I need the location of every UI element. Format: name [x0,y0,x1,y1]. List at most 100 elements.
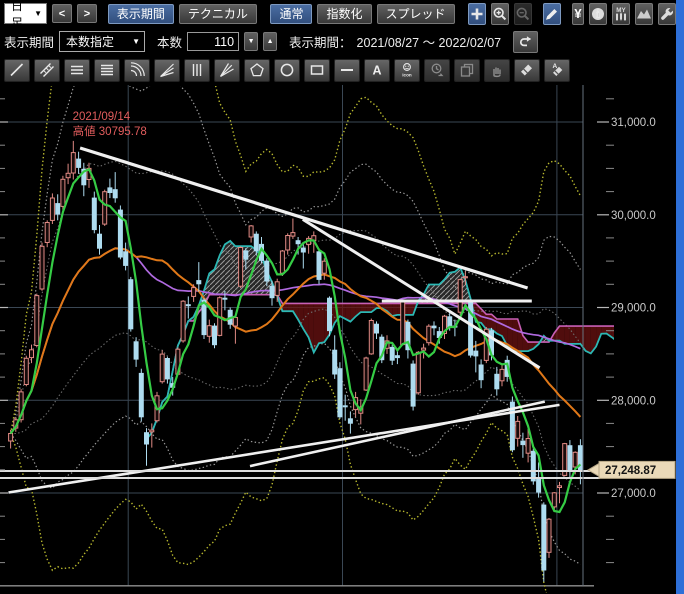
candle-body [500,369,504,380]
candle-body [395,356,399,358]
svg-text:A: A [553,63,558,70]
technical-button[interactable]: テクニカル [179,4,257,24]
candle-body [526,439,530,454]
tool-text[interactable]: A [364,59,390,82]
tool-ellipse[interactable] [274,59,300,82]
spread-button[interactable]: スプレッド [377,4,455,24]
candle-body [186,305,190,306]
tool-move-hand [484,59,510,82]
tool-fibonacci-arcs[interactable] [124,59,150,82]
tool-time-rotate [424,59,450,82]
yen-display-button[interactable]: ¥ [572,3,584,25]
candle-body [364,358,368,390]
candle-body [103,192,107,224]
candle-body [50,198,54,220]
candle-body [223,298,227,299]
tool-ruler[interactable] [34,59,60,82]
candle-body [416,352,420,393]
candle-body [291,233,295,237]
candle-body [40,246,44,289]
candle-body [369,321,373,354]
count-decrement-button[interactable]: ▼ [244,32,258,51]
candle-body [296,241,300,244]
candle-body [265,261,269,281]
count-increment-button[interactable]: ▲ [263,32,277,51]
candle-body [568,446,572,471]
candle-body [531,451,535,481]
add-button[interactable] [468,3,486,25]
svg-text:icon: icon [402,73,412,78]
candle-body [192,288,196,297]
candle-body [35,296,39,346]
tool-horizontal-line[interactable] [334,59,360,82]
candle-body [66,173,70,177]
tool-speed-lines[interactable] [214,59,240,82]
my-indicator-button[interactable]: MY [612,3,630,25]
candle-body [56,204,60,214]
zoom-out-button [514,3,532,25]
candle-body [516,421,520,438]
candle-body [249,226,253,237]
settings-wrench-button[interactable] [658,3,676,25]
peak-annotation: 高値 30795.78 [73,124,147,138]
period-mode-select[interactable]: 本数指定 ▼ [59,31,145,52]
tool-vertical-lines[interactable] [184,59,210,82]
timeframe-value: 日足 [11,0,34,31]
tool-trend-line[interactable] [4,59,30,82]
draw-pencil-button[interactable] [543,3,561,25]
range-caption: 表示期間： [289,32,352,51]
candle-body [375,324,379,333]
svg-text:A: A [372,64,381,78]
candle-body [558,486,562,488]
candle-body [98,234,102,248]
tool-rectangle[interactable] [304,59,330,82]
candle-body [30,350,34,358]
y-axis-label: 27,000.0 [611,488,656,500]
price-chart[interactable]: 31,000.030,000.029,000.028,000.027,000.0… [0,84,676,594]
indexed-button[interactable]: 指数化 [317,4,371,24]
window-right-border [676,0,684,594]
tool-pentagon[interactable] [244,59,270,82]
candle-body [411,364,415,406]
candle-body [521,441,525,445]
candle-body [181,301,185,341]
chart-app-window: 日足 ▼ < > 表示期間 テクニカル 通常 指数化 スプレッド ¥ i MY … [0,0,684,594]
prev-button[interactable]: < [52,4,72,23]
bar-count-input[interactable] [187,32,239,51]
candle-body [139,373,143,416]
candle-body [77,159,81,167]
candle-body [280,251,284,273]
tool-eraser[interactable] [514,59,540,82]
svg-text:i: i [597,9,600,20]
candle-body [448,317,452,327]
candle-body [537,479,541,492]
timeframe-select[interactable]: 日足 ▼ [4,3,47,24]
normal-mode-button[interactable]: 通常 [270,4,312,24]
candle-body [458,280,462,313]
candle-body [348,419,352,423]
candle-body [322,261,326,273]
candle-body [113,190,117,198]
zoom-in-button[interactable] [491,3,509,25]
chart-style-button[interactable] [635,3,653,25]
peak-annotation: 2021/09/14 [73,111,131,123]
candle-body [286,236,290,251]
y-axis-label: 30,000.0 [611,210,656,222]
tool-fan-lines[interactable] [154,59,180,82]
tool-three-lines[interactable] [64,59,90,82]
next-button[interactable]: > [77,4,97,23]
candle-body [474,351,478,356]
reset-range-button[interactable] [513,31,538,53]
candle-body [328,298,332,330]
candle-body [390,347,394,360]
info-button[interactable]: i [589,3,607,25]
tool-icon-stamp[interactable]: icon [394,59,420,82]
candle-body [233,318,237,327]
tool-four-lines[interactable] [94,59,120,82]
candle-body [124,252,128,266]
display-period-button[interactable]: 表示期間 [108,4,174,24]
candle-body [495,374,499,389]
candle-body [150,430,154,432]
tool-erase-all[interactable]: A [544,59,570,82]
y-axis-label: 28,000.0 [611,395,656,407]
